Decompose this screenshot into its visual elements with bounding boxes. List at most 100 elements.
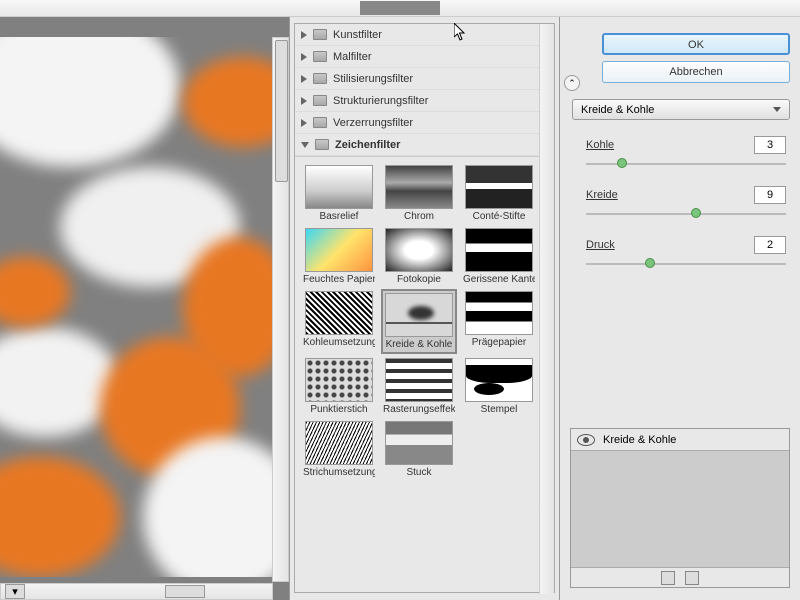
filter-gallery-panel: Kunstfilter Malfilter Stilisierungsfilter S… [290, 17, 560, 600]
thumbnail-label: Strichumsetzung [303, 467, 375, 478]
thumbnail-preview [305, 291, 373, 335]
thumbnail-label: Kreide & Kohle [385, 339, 453, 350]
slider-thumb[interactable] [617, 158, 627, 168]
thumbnail-preview [305, 421, 373, 465]
parameter-slider[interactable] [586, 208, 786, 220]
parameter-row: Druck 2 [572, 236, 790, 254]
effects-layer-row[interactable]: Kreide & Kohle [571, 429, 789, 451]
category-row[interactable]: Strukturierungsfilter [295, 90, 554, 112]
new-layer-icon[interactable] [661, 571, 675, 585]
active-tab[interactable] [360, 1, 440, 15]
thumbnail-label: Conté-Stifte [463, 211, 535, 222]
category-label: Zeichenfilter [335, 139, 400, 151]
thumbnail-label: Feuchtes Papier [303, 274, 375, 285]
category-label: Verzerrungsfilter [333, 117, 413, 129]
chevron-right-icon [301, 119, 307, 127]
filter-thumbnail[interactable]: Basrelief [301, 163, 377, 224]
thumbnail-preview [465, 165, 533, 209]
thumbnail-preview [385, 358, 453, 402]
category-label: Strukturierungsfilter [333, 95, 428, 107]
filter-thumbnail[interactable]: Chrom [381, 163, 457, 224]
category-label: Kunstfilter [333, 29, 382, 41]
parameter-slider[interactable] [586, 158, 786, 170]
slider-thumb[interactable] [645, 258, 655, 268]
horizontal-scroll-thumb[interactable] [165, 585, 205, 598]
parameter-row: Kreide 9 [572, 186, 790, 204]
thumbnail-label: Gerissene Kanten [463, 274, 535, 285]
thumbnail-label: Basrelief [303, 211, 375, 222]
folder-icon [313, 29, 327, 40]
folder-icon [313, 51, 327, 62]
gallery-scrollbar[interactable] [539, 24, 554, 594]
filter-select-label: Kreide & Kohle [581, 104, 654, 116]
trash-icon[interactable] [685, 571, 699, 585]
browser-tab-strip [0, 0, 800, 17]
parameter-slider[interactable] [586, 258, 786, 270]
thumbnail-preview [305, 358, 373, 402]
thumbnail-label: Prägepapier [463, 337, 535, 348]
preview-vertical-scrollbar[interactable] [272, 37, 289, 582]
chevron-down-icon [301, 142, 309, 148]
folder-icon [313, 73, 327, 84]
thumbnail-preview [385, 293, 453, 337]
filter-thumbnail[interactable]: Gerissene Kanten [461, 226, 537, 287]
folder-icon [315, 139, 329, 150]
category-row[interactable]: Stilisierungsfilter [295, 68, 554, 90]
settings-panel: ⌃ OK Abbrechen Kreide & Kohle Kohle 3 Krei… [560, 17, 800, 600]
category-row[interactable]: Kunstfilter [295, 24, 554, 46]
filter-thumbnail[interactable]: Punktierstich [301, 356, 377, 417]
category-row[interactable]: Zeichenfilter [295, 134, 554, 156]
parameter-label: Druck [586, 239, 615, 251]
thumbnail-preview [305, 165, 373, 209]
filter-thumbnail[interactable]: Stempel [461, 356, 537, 417]
folder-icon [313, 95, 327, 106]
preview-horizontal-scrollbar[interactable]: ▾ [0, 583, 273, 600]
thumbnail-preview [385, 228, 453, 272]
category-label: Stilisierungsfilter [333, 73, 413, 85]
thumbnail-preview [465, 358, 533, 402]
chevron-right-icon [301, 31, 307, 39]
parameter-input[interactable]: 3 [754, 136, 786, 154]
folder-icon [313, 117, 327, 128]
thumbnail-preview [465, 291, 533, 335]
thumbnail-preview [305, 228, 373, 272]
filter-thumbnail[interactable]: Strichumsetzung [301, 419, 377, 480]
visibility-eye-icon[interactable] [577, 434, 595, 446]
filter-thumbnail[interactable]: Conté-Stifte [461, 163, 537, 224]
category-row[interactable]: Verzerrungsfilter [295, 112, 554, 134]
collapse-icon[interactable]: ⌃ [564, 75, 580, 91]
parameter-label: Kreide [586, 189, 618, 201]
chevron-down-icon [773, 107, 781, 112]
thumbnail-preview [465, 228, 533, 272]
ok-button[interactable]: OK [602, 33, 790, 55]
thumbnail-label: Rasterungseffekt [383, 404, 455, 415]
category-row[interactable]: Malfilter [295, 46, 554, 68]
slider-thumb[interactable] [691, 208, 701, 218]
thumbnail-preview [385, 421, 453, 465]
effects-layers-panel: Kreide & Kohle [570, 428, 790, 588]
chevron-right-icon [301, 75, 307, 83]
filter-thumbnail[interactable]: Kohleumsetzung [301, 289, 377, 354]
thumbnail-label: Punktierstich [303, 404, 375, 415]
parameter-row: Kohle 3 [572, 136, 790, 154]
effects-layer-label: Kreide & Kohle [603, 434, 676, 446]
filter-thumbnail[interactable]: Stuck [381, 419, 457, 480]
filter-select[interactable]: Kreide & Kohle [572, 99, 790, 120]
cancel-button[interactable]: Abbrechen [602, 61, 790, 83]
thumbnail-label: Kohleumsetzung [303, 337, 375, 348]
thumbnail-label: Chrom [383, 211, 455, 222]
filter-thumbnail[interactable]: Kreide & Kohle [381, 289, 457, 354]
thumbnail-label: Fotokopie [383, 274, 455, 285]
zoom-out-button[interactable]: ▾ [5, 584, 25, 599]
preview-image[interactable] [0, 37, 273, 577]
preview-panel: ▾ [0, 17, 290, 600]
filter-thumbnail[interactable]: Rasterungseffekt [381, 356, 457, 417]
chevron-right-icon [301, 53, 307, 61]
parameter-input[interactable]: 2 [754, 236, 786, 254]
filter-thumbnail[interactable]: Fotokopie [381, 226, 457, 287]
parameter-input[interactable]: 9 [754, 186, 786, 204]
filter-thumbnail[interactable]: Feuchtes Papier [301, 226, 377, 287]
filter-thumbnail[interactable]: Prägepapier [461, 289, 537, 354]
parameter-label: Kohle [586, 139, 614, 151]
chevron-right-icon [301, 97, 307, 105]
